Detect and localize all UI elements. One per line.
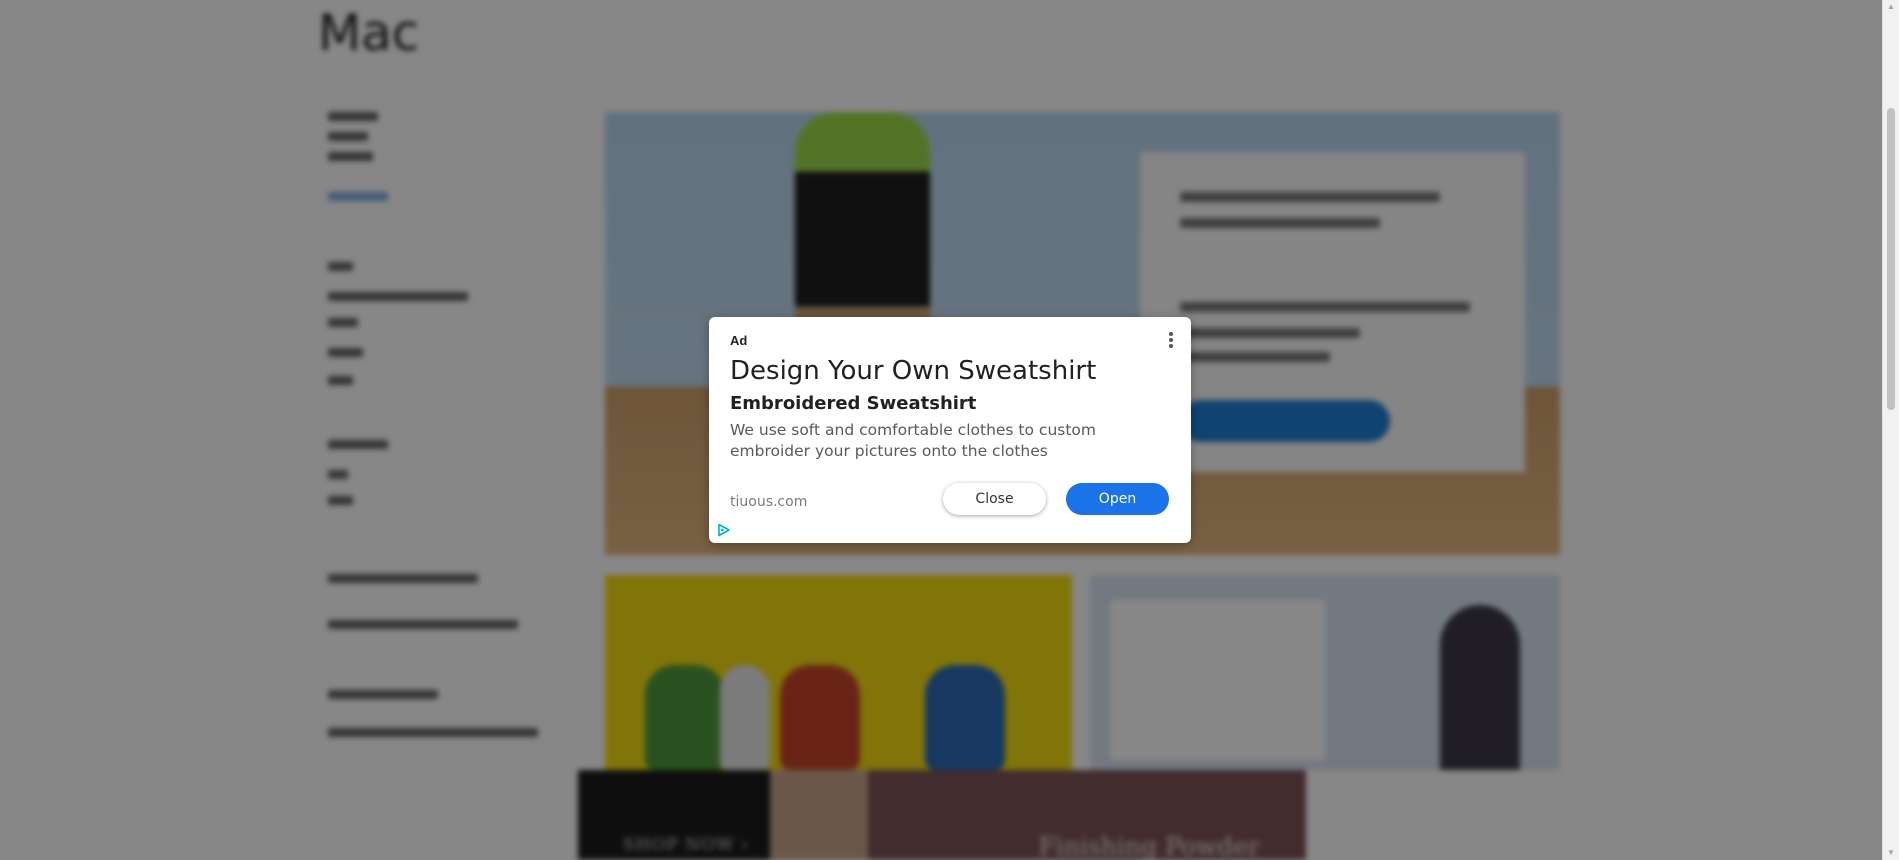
scroll-up-icon[interactable]: ▲: [1883, 0, 1899, 14]
ad-subheadline: Embroidered Sweatshirt: [730, 393, 977, 414]
close-button[interactable]: Close: [943, 483, 1046, 515]
ad-description: We use soft and comfortable clothes to c…: [730, 421, 1096, 460]
ad-headline: Design Your Own Sweatshirt: [730, 356, 1097, 386]
ad-dialog: Ad Design Your Own Sweatshirt Embroidere…: [709, 317, 1191, 543]
page-scrollbar[interactable]: ▲ ▼: [1882, 0, 1899, 860]
scroll-down-icon[interactable]: ▼: [1883, 846, 1899, 860]
adchoices-icon[interactable]: [717, 523, 731, 537]
more-vertical-icon[interactable]: [1165, 331, 1177, 351]
ad-domain: tiuous.com: [730, 494, 808, 510]
open-button[interactable]: Open: [1066, 483, 1169, 515]
scrollbar-thumb[interactable]: [1887, 108, 1895, 410]
ad-label: Ad: [730, 333, 748, 348]
